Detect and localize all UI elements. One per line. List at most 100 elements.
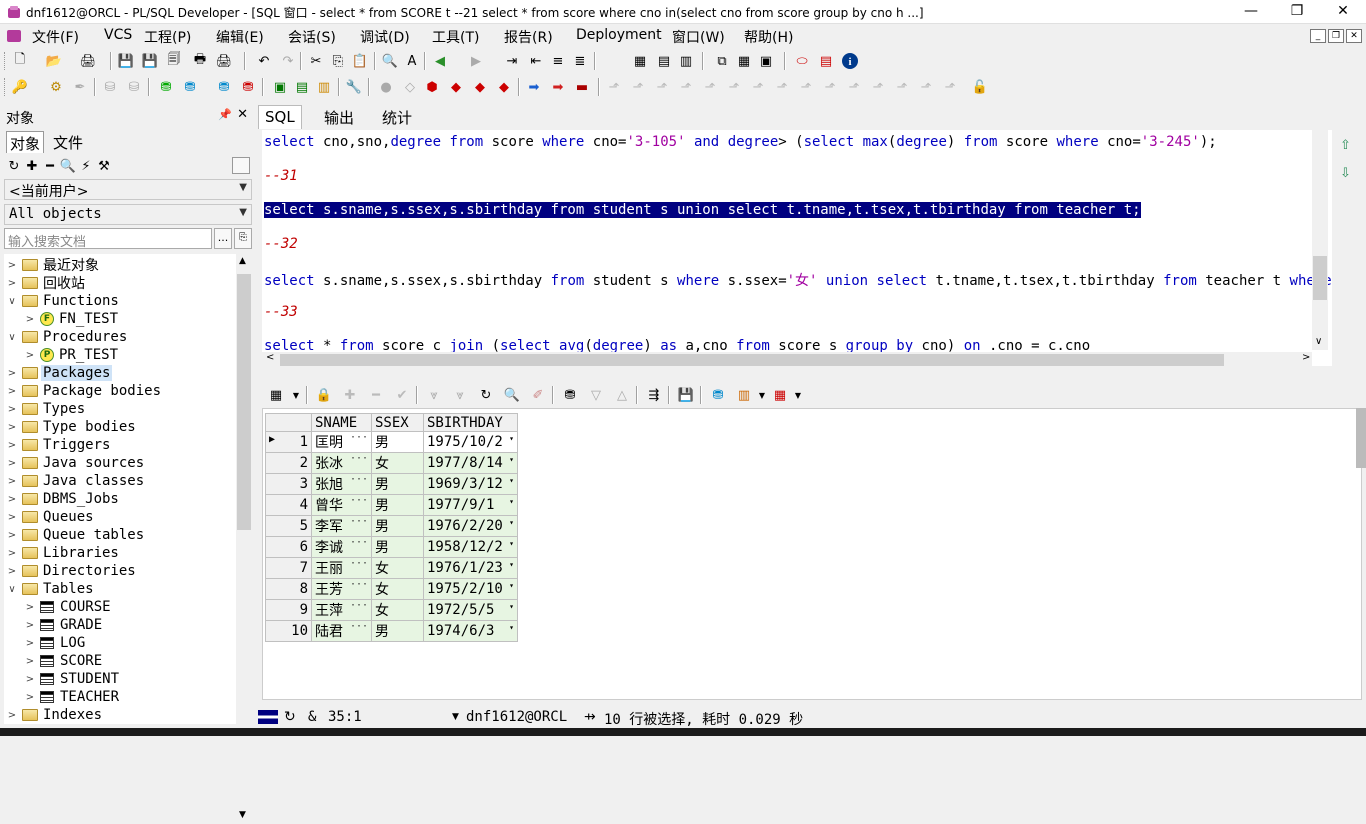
table-row[interactable]: 7王丽···女1976/1/23▾ — [266, 558, 518, 579]
test-icon[interactable]: ▣ — [270, 77, 290, 97]
grid-cell[interactable]: 男 — [372, 474, 424, 495]
chevron-right-icon[interactable]: > — [24, 692, 36, 703]
grid-cell[interactable]: 男 — [372, 621, 424, 642]
table-row[interactable]: 5李军···男1976/2/20▾ — [266, 516, 518, 537]
pdf-icon[interactable]: ▤ — [816, 51, 836, 71]
sort-desc-icon[interactable]: ▽ — [586, 385, 606, 405]
tree-node[interactable]: >PPR_TEST — [24, 346, 120, 364]
stop-icon[interactable]: ▬ — [572, 77, 592, 97]
lock-icon[interactable]: 🔓 — [970, 77, 990, 97]
copy-icon[interactable]: ⎘ — [328, 51, 348, 71]
tree-node[interactable]: >Java classes — [6, 472, 146, 490]
report-icon[interactable]: ▤ — [292, 77, 312, 97]
tree-node[interactable]: >Package bodies — [6, 382, 163, 400]
grid-cell[interactable]: 男 — [372, 495, 424, 516]
unindent-icon[interactable]: ⇤ — [526, 51, 546, 71]
cell-edit-icon[interactable]: ··· — [350, 621, 368, 632]
commit-icon[interactable]: ⛁ — [100, 77, 120, 97]
find-icon[interactable]: 🔍 — [380, 51, 400, 71]
tree-node[interactable]: >Directories — [6, 562, 138, 580]
table-row[interactable]: 10陆君···男1974/6/3▾ — [266, 621, 518, 642]
chevron-down-icon[interactable]: ▼ — [286, 385, 306, 405]
menu-help[interactable]: 帮助(H) — [744, 27, 793, 47]
new-icon[interactable]: 🗋 — [10, 51, 30, 71]
chevron-right-icon[interactable]: > — [6, 404, 18, 415]
cell-edit-icon[interactable]: ··· — [350, 558, 368, 569]
grid-cell[interactable]: 男 — [372, 516, 424, 537]
tree-node[interactable]: >Packages — [6, 364, 112, 382]
menu-debug[interactable]: 调试(D) — [360, 27, 410, 47]
delete-row-icon[interactable]: ━ — [366, 385, 386, 405]
table-row[interactable]: 4曾华···男1977/9/1▾ — [266, 495, 518, 516]
chevron-right-icon[interactable]: > — [6, 422, 18, 433]
cell-dropdown-icon[interactable]: ▾ — [509, 497, 514, 506]
macro-10-icon[interactable]: ⬏ — [820, 77, 840, 97]
grid-cell[interactable]: 张旭··· — [312, 474, 372, 495]
grid-cell[interactable]: 王芳··· — [312, 579, 372, 600]
table-row[interactable]: ▶1匡明···男1975/10/2▾ — [266, 432, 518, 453]
paste-icon[interactable]: 📋 — [350, 51, 370, 71]
export-icon[interactable]: ⛃ — [708, 385, 728, 405]
cell-dropdown-icon[interactable]: ▾ — [509, 476, 514, 485]
find-object-icon[interactable]: 🔍 — [58, 156, 78, 176]
window-list-icon[interactable]: ▦ — [630, 51, 650, 71]
chevron-right-icon[interactable]: > — [6, 494, 18, 505]
post-changes-icon[interactable]: ✔ — [392, 385, 412, 405]
grid-cell[interactable]: 1974/6/3▾ — [424, 621, 518, 642]
macro-12-icon[interactable]: ⬏ — [868, 77, 888, 97]
chevron-right-icon[interactable]: > — [6, 476, 18, 487]
tree-node[interactable]: >TEACHER — [24, 688, 121, 706]
scroll-up-icon[interactable]: ▲ — [239, 256, 246, 266]
cell-edit-icon[interactable]: ··· — [350, 600, 368, 611]
chevron-right-icon[interactable]: > — [6, 260, 18, 271]
about-icon[interactable]: i — [840, 51, 860, 71]
minimize-button[interactable]: — — [1228, 0, 1274, 24]
tree-node[interactable]: >最近对象 — [6, 256, 101, 274]
chevron-right-icon[interactable]: > — [24, 620, 36, 631]
table-row[interactable]: 8王芳···女1975/2/10▾ — [266, 579, 518, 600]
window-new-icon[interactable]: ⧉ — [712, 51, 732, 71]
macro-9-icon[interactable]: ⬏ — [796, 77, 816, 97]
macro-15-icon[interactable]: ⬏ — [940, 77, 960, 97]
search-options-button[interactable]: ... — [214, 228, 232, 249]
chevron-right-icon[interactable]: > — [24, 656, 36, 667]
tree-node[interactable]: >Java sources — [6, 454, 146, 472]
tree-node[interactable]: ∨Procedures — [6, 328, 129, 346]
tree-node[interactable]: >LOG — [24, 634, 87, 652]
grid-cell[interactable]: 李诚··· — [312, 537, 372, 558]
break-icon[interactable]: ✒ — [70, 77, 90, 97]
cell-dropdown-icon[interactable]: ▾ — [509, 602, 514, 611]
macro-1-icon[interactable]: ⬏ — [604, 77, 624, 97]
view-toggle-icon[interactable] — [232, 157, 250, 174]
scroll-down-icon[interactable]: ∨ — [1315, 336, 1322, 347]
query-icon[interactable]: ▥ — [314, 77, 334, 97]
close-button[interactable]: ✕ — [1320, 0, 1366, 24]
chevron-right-icon[interactable]: > — [6, 386, 18, 397]
arrow-right-icon[interactable]: ➡ — [524, 77, 544, 97]
form-icon[interactable]: ▣ — [756, 51, 776, 71]
connection-dropdown-icon[interactable]: ▼ — [452, 712, 459, 722]
refresh-icon[interactable]: ↻ — [4, 156, 24, 176]
lock-grid-icon[interactable]: 🔒 — [314, 385, 334, 405]
grid-cell[interactable]: 1975/10/2▾ — [424, 432, 518, 453]
chevron-right-icon[interactable]: > — [6, 566, 18, 577]
insert-row-icon[interactable]: ✚ — [340, 385, 360, 405]
column-header[interactable]: SSEX — [372, 414, 424, 432]
tree-scrollbar[interactable]: ▲ ▼ — [236, 254, 252, 824]
tab-files[interactable]: 文件 — [50, 131, 86, 153]
result-grid-scroll-thumb[interactable] — [1356, 408, 1366, 468]
tree-node[interactable]: >Type bodies — [6, 418, 138, 436]
single-record-icon[interactable]: ⇶ — [644, 385, 664, 405]
tree-node[interactable]: >Queues — [6, 508, 96, 526]
menu-deployment[interactable]: Deployment — [576, 27, 662, 43]
column-header[interactable]: SBIRTHDAY — [424, 414, 518, 432]
scroll-down-icon[interactable]: ▼ — [239, 810, 246, 820]
chevron-down-icon[interactable]: ∨ — [6, 584, 18, 595]
tab-statistics[interactable]: 统计 — [376, 105, 418, 129]
menu-vcs[interactable]: VCS — [104, 27, 132, 43]
chevron-right-icon[interactable]: > — [6, 458, 18, 469]
macro-3-icon[interactable]: ⬏ — [652, 77, 672, 97]
table-export-icon[interactable]: ▦ — [770, 385, 790, 405]
tree-node[interactable]: >GRADE — [24, 616, 104, 634]
grid-cell[interactable]: 1958/12/2▾ — [424, 537, 518, 558]
